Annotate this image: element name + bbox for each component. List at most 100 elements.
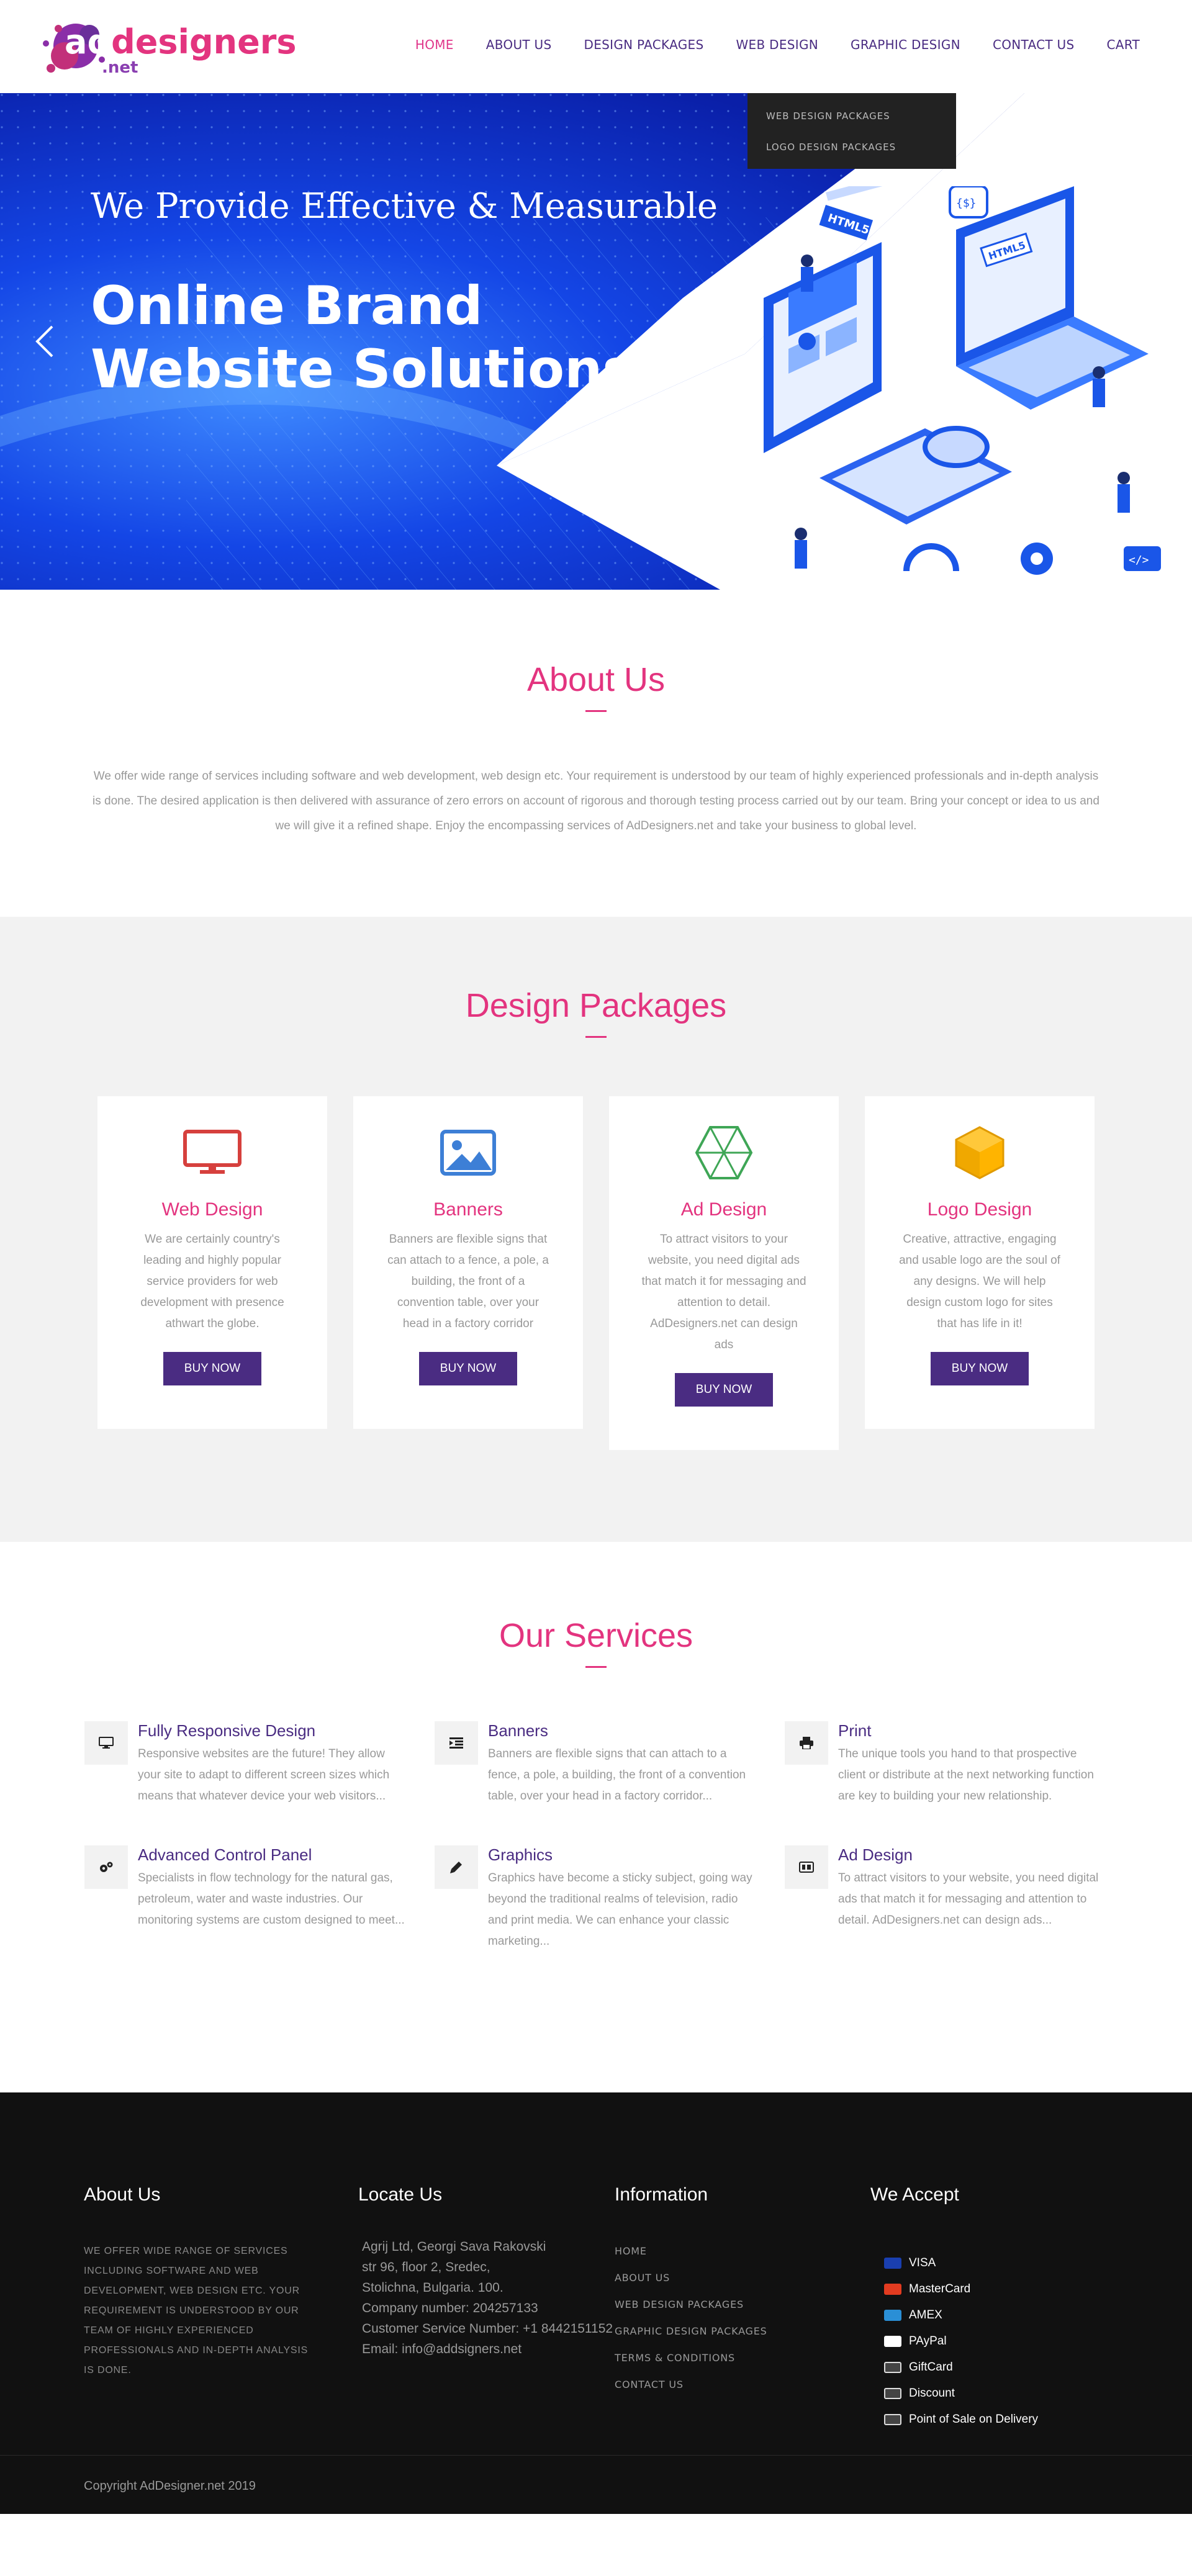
footer-link-contact-us[interactable]: CONTACT US xyxy=(615,2371,801,2398)
dropdown-item-web-design-packages[interactable]: WEB DESIGN PACKAGES xyxy=(766,108,956,139)
footer-information: Information HOME ABOUT US WEB DESIGN PAC… xyxy=(615,2184,801,2398)
service-title[interactable]: Graphics xyxy=(488,1845,757,1864)
copyright: Copyright AdDesigner.net 2019 xyxy=(84,2479,256,2493)
footer-about: About Us WE OFFER WIDE RANGE OF SERVICES… xyxy=(84,2184,320,2380)
ad-icon xyxy=(785,1845,828,1889)
footer-address: Agrij Ltd, Georgi Sava Rakovski str 96, … xyxy=(358,2236,619,2359)
service-text: Graphics have become a sticky subject, g… xyxy=(488,1871,752,1948)
dropdown-item-logo-design-packages[interactable]: LOGO DESIGN PACKAGES xyxy=(766,139,956,170)
paypal-icon xyxy=(884,2336,901,2347)
web-development-illustration: HTML5 HTML5 {$} </> xyxy=(764,186,1161,575)
payment-mastercard: MasterCard xyxy=(884,2276,1119,2302)
buy-now-button[interactable]: BUY NOW xyxy=(930,1352,1029,1385)
package-text: Banners are flexible signs that can atta… xyxy=(387,1233,549,1330)
about-title-underline xyxy=(585,710,607,712)
pos-icon xyxy=(884,2414,901,2425)
footer-info-title: Information xyxy=(615,2184,708,2205)
nav-design-packages[interactable]: DESIGN PACKAGES xyxy=(584,37,704,52)
buy-now-button[interactable]: BUY NOW xyxy=(674,1373,774,1407)
illus-dollar-label: {$} xyxy=(956,197,977,210)
amex-icon xyxy=(884,2310,901,2321)
package-card-ad-design: Ad Design To attract visitors to your we… xyxy=(609,1096,839,1450)
site-footer: About Us WE OFFER WIDE RANGE OF SERVICES… xyxy=(0,2092,1192,2514)
service-item: Ad Design To attract visitors to your we… xyxy=(785,1845,1108,1952)
nav-cart[interactable]: CART xyxy=(1106,37,1140,52)
hexagon-mesh-icon xyxy=(640,1125,808,1181)
footer-link-home[interactable]: HOME xyxy=(615,2238,801,2264)
monitor-icon xyxy=(129,1125,296,1181)
service-item: Print The unique tools you hand to that … xyxy=(785,1721,1108,1807)
payment-pos-delivery: Point of Sale on Delivery xyxy=(884,2407,1119,2433)
nav-contact-us[interactable]: CONTACT US xyxy=(993,37,1075,52)
payment-label: AMEX xyxy=(909,2308,942,2322)
web-design-dropdown: WEB DESIGN PACKAGES LOGO DESIGN PACKAGES xyxy=(747,93,956,169)
nav-about-us[interactable]: ABOUT US xyxy=(486,37,552,52)
chevron-left-icon[interactable] xyxy=(32,323,57,360)
nav-web-design[interactable]: WEB DESIGN xyxy=(736,37,818,52)
logo-tld: .net xyxy=(102,58,138,77)
illus-code-label: </> xyxy=(1129,554,1149,567)
printer-icon xyxy=(785,1721,828,1765)
footer-link-web-design-packages[interactable]: WEB DESIGN PACKAGES xyxy=(615,2291,801,2318)
service-item: Banners Banners are flexible signs that … xyxy=(435,1721,757,1807)
footer-about-title: About Us xyxy=(84,2184,161,2205)
payment-paypal: PAyPal xyxy=(884,2328,1119,2354)
service-text: Specialists in flow technology for the n… xyxy=(138,1871,405,1927)
footer-links: HOME ABOUT US WEB DESIGN PACKAGES GRAPHI… xyxy=(615,2238,801,2398)
design-packages-section: Design Packages Web Design We are certai… xyxy=(0,917,1192,1542)
giftcard-icon xyxy=(884,2362,901,2373)
package-card-logo-design: Logo Design Creative, attractive, engagi… xyxy=(865,1096,1095,1429)
about-text: We offer wide range of services includin… xyxy=(93,770,1099,832)
footer-link-terms[interactable]: TERMS & CONDITIONS xyxy=(615,2344,801,2371)
service-title[interactable]: Fully Responsive Design xyxy=(138,1721,407,1740)
service-text: Banners are flexible signs that can atta… xyxy=(488,1747,746,1803)
logo-name: designers xyxy=(111,22,297,61)
nav-home[interactable]: HOME xyxy=(415,37,454,52)
services-grid: Fully Responsive Design Responsive websi… xyxy=(0,1721,1192,1952)
service-text: To attract visitors to your website, you… xyxy=(838,1871,1099,1927)
footer-bottom-bar: Copyright AdDesigner.net 2019 xyxy=(0,2455,1192,2514)
services-section: Our Services Fully Responsive Design Res… xyxy=(0,1542,1192,2092)
contact-email: Email: info@addsigners.net xyxy=(362,2342,522,2356)
payment-methods: VISA MasterCard AMEX PAyPal GiftCard Dis… xyxy=(870,2250,1119,2433)
package-text: To attract visitors to your website, you… xyxy=(641,1233,806,1351)
gears-icon xyxy=(84,1845,128,1889)
hero-subtitle: We Provide Effective & Measurable xyxy=(91,186,718,227)
package-text: We are certainly country's leading and h… xyxy=(140,1233,284,1330)
service-text: The unique tools you hand to that prospe… xyxy=(838,1747,1094,1803)
buy-now-button[interactable]: BUY NOW xyxy=(418,1352,518,1385)
service-title[interactable]: Ad Design xyxy=(838,1845,1108,1864)
service-title[interactable]: Print xyxy=(838,1721,1108,1740)
site-header: addesigners .net HOME ABOUT US DESIGN PA… xyxy=(0,0,1192,169)
package-title: Logo Design xyxy=(927,1199,1032,1220)
company-number: Company number: 204257133 xyxy=(362,2301,538,2315)
service-title[interactable]: Banners xyxy=(488,1721,757,1740)
hero-title-line-2: Website Solutions xyxy=(91,338,634,400)
address-line: Stolichna, Bulgaria. 100. xyxy=(362,2281,503,2295)
package-cards: Web Design We are certainly country's le… xyxy=(0,1096,1192,1450)
cube-icon xyxy=(896,1125,1063,1181)
visa-icon xyxy=(884,2258,901,2269)
pencil-icon xyxy=(435,1845,478,1889)
footer-about-text: WE OFFER WIDE RANGE OF SERVICES INCLUDIN… xyxy=(84,2246,309,2376)
site-logo[interactable]: addesigners .net xyxy=(40,16,297,81)
footer-link-graphic-design-packages[interactable]: GRAPHIC DESIGN PACKAGES xyxy=(615,2318,801,2344)
payment-label: PAyPal xyxy=(909,2335,947,2348)
payment-label: Point of Sale on Delivery xyxy=(909,2413,1039,2426)
discount-icon xyxy=(884,2388,901,2399)
about-section: About Us We offer wide range of services… xyxy=(0,590,1192,917)
address-line: Agrij Ltd, Georgi Sava Rakovski xyxy=(362,2240,546,2254)
package-text: Creative, attractive, engaging and usabl… xyxy=(899,1233,1060,1330)
payment-label: Discount xyxy=(909,2387,955,2400)
footer-link-about-us[interactable]: ABOUT US xyxy=(615,2264,801,2291)
packages-title: Design Packages xyxy=(465,987,727,1024)
desktop-icon xyxy=(84,1721,128,1765)
nav-graphic-design[interactable]: GRAPHIC DESIGN xyxy=(851,37,960,52)
footer-accept-title: We Accept xyxy=(870,2184,959,2205)
about-title: About Us xyxy=(526,661,666,698)
buy-now-button[interactable]: BUY NOW xyxy=(163,1352,262,1385)
service-title[interactable]: Advanced Control Panel xyxy=(138,1845,407,1864)
service-item: Advanced Control Panel Specialists in fl… xyxy=(84,1845,407,1952)
payment-label: VISA xyxy=(909,2256,936,2269)
packages-title-underline xyxy=(585,1036,607,1038)
